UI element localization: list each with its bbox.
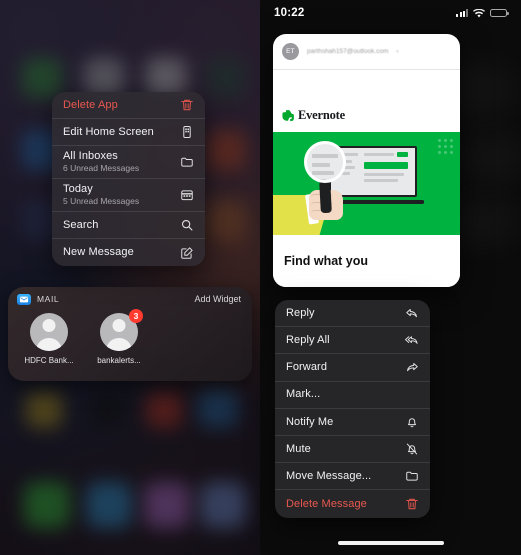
- menu-item-subtitle: 5 Unread Messages: [63, 195, 140, 206]
- email-hero-illustration: [273, 132, 460, 235]
- battery-icon: [490, 8, 509, 18]
- widget-header: MAIL Add Widget: [8, 287, 252, 307]
- mail-message-context-menu[interactable]: Reply Reply All Forward Mark... Notify M…: [275, 300, 430, 518]
- email-headline: Find what you: [284, 254, 369, 268]
- magnifier-icon: [304, 141, 346, 183]
- disclosure-chevron-icon: ›: [396, 48, 399, 55]
- left-phone-screen: Delete App Edit Home Screen All Inboxes …: [0, 0, 260, 555]
- menu-item-label: Mute: [286, 442, 311, 455]
- email-header: ET parthshah157@outlook.com ›: [273, 34, 460, 70]
- cellular-signal-icon: [456, 9, 468, 17]
- avatar-wrapper: 3: [100, 308, 143, 351]
- menu-item-forward[interactable]: Forward: [275, 354, 430, 382]
- menu-item-label: Search: [63, 218, 99, 231]
- calendar-icon: [180, 188, 194, 202]
- folder-icon: [405, 469, 419, 483]
- brand-logo-area: Evernote: [273, 70, 460, 132]
- status-bar-icons: [456, 8, 509, 18]
- bell-icon: [405, 415, 419, 429]
- mail-app-icon: [17, 294, 31, 305]
- decorative-dots: [438, 139, 453, 154]
- evernote-elephant-icon: [282, 109, 294, 122]
- wifi-icon: [473, 8, 485, 18]
- menu-item-label: Notify Me: [286, 415, 334, 428]
- menu-item-today[interactable]: Today 5 Unread Messages: [52, 179, 205, 212]
- menu-item-delete-app[interactable]: Delete App: [52, 92, 205, 119]
- menu-item-label: All Inboxes: [63, 150, 118, 163]
- magnifier-handle: [319, 179, 332, 214]
- menu-item-label: Delete App: [63, 98, 118, 111]
- reply-icon: [405, 306, 419, 320]
- trash-icon: [405, 497, 419, 511]
- add-widget-button[interactable]: Add Widget: [194, 294, 241, 304]
- avatar-wrapper: [30, 312, 68, 351]
- no-icon: [405, 388, 419, 402]
- menu-item-label: Move Message...: [286, 469, 372, 482]
- contact-name: bankalerts...: [97, 355, 141, 365]
- menu-item-label: Edit Home Screen: [63, 125, 154, 138]
- menu-item-label: Delete Message: [286, 497, 367, 510]
- mail-suggestions-widget[interactable]: MAIL Add Widget HDFC Bank... 3 bankalert…: [8, 287, 252, 381]
- menu-item-label: Today: [63, 183, 93, 196]
- menu-item-reply[interactable]: Reply: [275, 300, 430, 328]
- menu-item-subtitle: 6 Unread Messages: [63, 162, 140, 173]
- menu-item-mark[interactable]: Mark...: [275, 382, 430, 409]
- home-indicator: [337, 541, 444, 545]
- menu-item-move-message[interactable]: Move Message...: [275, 463, 430, 491]
- bell-slash-icon: [405, 442, 419, 456]
- unread-badge: 3: [129, 308, 143, 323]
- trash-icon: [180, 98, 194, 112]
- menu-item-notify-me[interactable]: Notify Me: [275, 409, 430, 436]
- menu-item-label: New Message: [63, 246, 134, 259]
- home-screen-dim-overlay: [0, 0, 260, 555]
- menu-item-label: Reply All: [286, 333, 330, 346]
- home-screen-context-menu[interactable]: Delete App Edit Home Screen All Inboxes …: [52, 92, 205, 266]
- menu-item-new-message[interactable]: New Message: [52, 239, 205, 266]
- screenshot-root: Delete App Edit Home Screen All Inboxes …: [0, 0, 521, 555]
- widget-title: MAIL: [37, 294, 60, 305]
- menu-item-label: Reply: [286, 306, 315, 319]
- background-blur-blob: [456, 130, 521, 185]
- edit-home-screen-icon: [180, 125, 194, 139]
- menu-item-mute[interactable]: Mute: [275, 436, 430, 464]
- avatar: [30, 312, 68, 351]
- menu-item-search[interactable]: Search: [52, 212, 205, 239]
- widget-contact-item[interactable]: HDFC Bank...: [24, 312, 74, 365]
- menu-item-reply-all[interactable]: Reply All: [275, 327, 430, 355]
- email-headline-area: Find what you: [273, 235, 460, 287]
- contact-name: HDFC Bank...: [24, 355, 74, 365]
- sender-avatar: ET: [282, 43, 299, 60]
- evernote-logo: Evernote: [282, 108, 345, 123]
- sender-address: parthshah157@outlook.com: [307, 48, 389, 55]
- email-preview-card[interactable]: ET parthshah157@outlook.com › Evernote F…: [273, 34, 460, 287]
- compose-icon: [180, 246, 194, 260]
- folder-icon: [180, 155, 194, 169]
- status-bar-clock: 10:22: [274, 7, 305, 19]
- menu-item-all-inboxes[interactable]: All Inboxes 6 Unread Messages: [52, 146, 205, 179]
- widget-contact-list: HDFC Bank... 3 bankalerts...: [8, 307, 252, 365]
- evernote-wordmark: Evernote: [298, 108, 345, 122]
- widget-contact-item[interactable]: 3 bankalerts...: [95, 308, 143, 365]
- menu-item-label: Forward: [286, 361, 328, 374]
- search-icon: [180, 218, 194, 232]
- forward-icon: [405, 360, 419, 374]
- menu-item-delete-message[interactable]: Delete Message: [275, 490, 430, 517]
- reply-all-icon: [405, 333, 419, 347]
- menu-item-label: Mark...: [286, 388, 321, 401]
- widget-header-left: MAIL: [17, 294, 59, 305]
- status-bar: 10:22: [260, 0, 521, 26]
- menu-item-edit-home-screen[interactable]: Edit Home Screen: [52, 119, 205, 146]
